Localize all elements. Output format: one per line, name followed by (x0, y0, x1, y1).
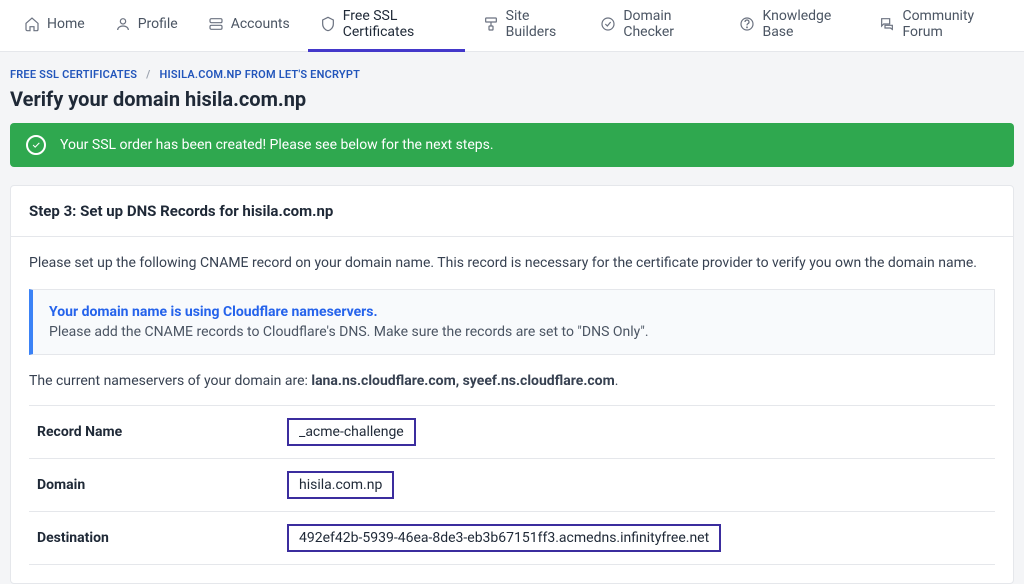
nav-domain-checker-label: Domain Checker (623, 8, 709, 40)
cloudflare-callout: Your domain name is using Cloudflare nam… (29, 289, 995, 355)
panel-body: Please set up the following CNAME record… (11, 237, 1013, 583)
chat-icon (879, 16, 895, 32)
main-content: FREE SSL CERTIFICATES / HISILA.COM.NP FR… (0, 52, 1024, 584)
value-domain[interactable]: hisila.com.np (287, 471, 394, 499)
callout-body: Please add the CNAME records to Cloudfla… (49, 324, 978, 340)
cell-record-name: _acme-challenge (279, 406, 995, 459)
ns-prefix: The current nameservers of your domain a… (29, 373, 311, 389)
shield-icon (320, 16, 336, 32)
breadcrumb-sep: / (146, 68, 150, 81)
breadcrumb-root[interactable]: FREE SSL CERTIFICATES (10, 68, 137, 81)
nav-forum-label: Community Forum (902, 8, 1000, 40)
top-nav: Home Profile Accounts Free SSL Certifica… (0, 0, 1024, 52)
step-title: Step 3: Set up DNS Records for hisila.co… (11, 186, 1013, 237)
value-record-name[interactable]: _acme-challenge (287, 418, 416, 446)
alert-message: Your SSL order has been created! Please … (60, 137, 494, 153)
breadcrumb: FREE SSL CERTIFICATES / HISILA.COM.NP FR… (10, 68, 1014, 81)
row-destination: Destination 492ef42b-5939-46ea-8de3-eb3b… (29, 512, 995, 565)
cell-domain: hisila.com.np (279, 459, 995, 512)
check-circle-icon (600, 16, 616, 32)
cell-destination: 492ef42b-5939-46ea-8de3-eb3b67151ff3.acm… (279, 512, 995, 565)
nav-ssl[interactable]: Free SSL Certificates (308, 0, 465, 52)
nav-site-builders[interactable]: Site Builders (471, 0, 583, 52)
page-title: Verify your domain hisila.com.np (10, 87, 1014, 111)
callout-title: Your domain name is using Cloudflare nam… (49, 304, 978, 320)
server-icon (208, 16, 224, 32)
label-destination: Destination (29, 512, 279, 565)
nav-site-builders-label: Site Builders (506, 8, 571, 40)
dns-records-table: Record Name _acme-challenge Domain hisil… (29, 405, 995, 565)
user-icon (115, 16, 131, 32)
question-icon (739, 16, 755, 32)
nav-ssl-label: Free SSL Certificates (343, 8, 453, 40)
nav-forum[interactable]: Community Forum (867, 0, 1012, 52)
nav-domain-checker[interactable]: Domain Checker (588, 0, 721, 52)
row-domain: Domain hisila.com.np (29, 459, 995, 512)
nav-profile[interactable]: Profile (103, 0, 190, 52)
label-record-name: Record Name (29, 406, 279, 459)
check-circle-icon (26, 135, 46, 155)
nav-knowledge-base[interactable]: Knowledge Base (727, 0, 861, 52)
step-panel: Step 3: Set up DNS Records for hisila.co… (10, 185, 1014, 584)
alert-success: Your SSL order has been created! Please … (10, 123, 1014, 167)
paint-icon (483, 16, 499, 32)
value-destination[interactable]: 492ef42b-5939-46ea-8de3-eb3b67151ff3.acm… (287, 524, 721, 552)
nav-profile-label: Profile (138, 16, 178, 32)
nav-home-label: Home (47, 16, 85, 32)
label-domain: Domain (29, 459, 279, 512)
breadcrumb-leaf: HISILA.COM.NP FROM LET'S ENCRYPT (159, 68, 360, 81)
ns-suffix: . (615, 373, 619, 389)
nav-knowledge-base-label: Knowledge Base (762, 8, 849, 40)
nav-home[interactable]: Home (12, 0, 97, 52)
row-record-name: Record Name _acme-challenge (29, 406, 995, 459)
intro-text: Please set up the following CNAME record… (29, 255, 995, 271)
ns-list: lana.ns.cloudflare.com, syeef.ns.cloudfl… (311, 373, 614, 389)
nav-accounts[interactable]: Accounts (196, 0, 302, 52)
nav-accounts-label: Accounts (231, 16, 290, 32)
nameservers-line: The current nameservers of your domain a… (29, 373, 995, 389)
home-icon (24, 16, 40, 32)
